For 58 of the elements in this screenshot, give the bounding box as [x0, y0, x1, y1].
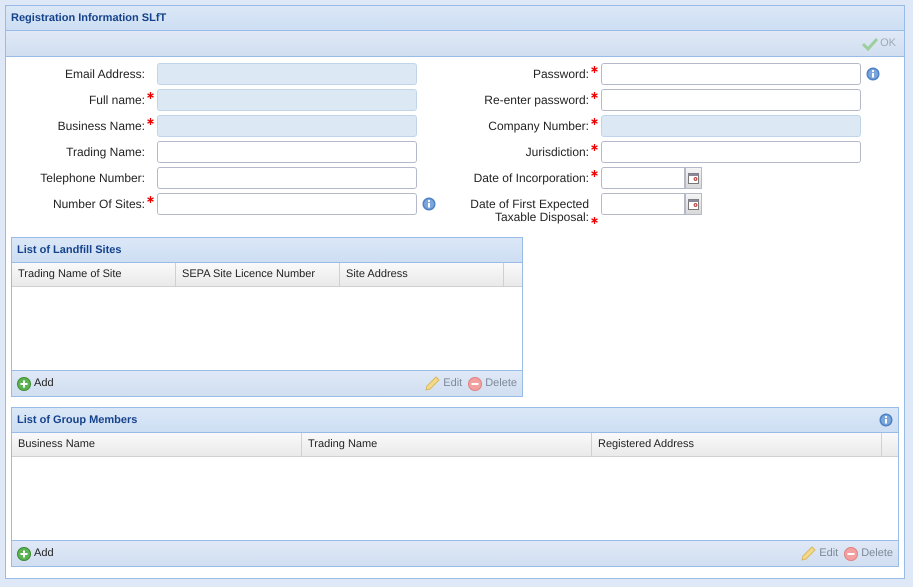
input-field[interactable] — [601, 63, 861, 85]
input-field[interactable] — [157, 115, 417, 137]
column-header[interactable]: SEPA Site Licence Number — [176, 263, 340, 286]
info-icon[interactable] — [879, 413, 893, 427]
field-label: Date of First Expected Taxable Disposal: — [469, 196, 589, 224]
info-icon[interactable] — [422, 197, 436, 211]
input-field[interactable] — [601, 141, 861, 163]
column-header[interactable]: Business Name — [12, 433, 302, 456]
required-asterisk-icon — [147, 196, 154, 203]
field-label: Date of Incorporation: — [474, 170, 589, 185]
calendar-icon — [688, 198, 699, 210]
required-asterisk-icon — [591, 118, 598, 125]
input-field[interactable] — [157, 167, 417, 189]
minus-circle-icon — [844, 546, 858, 560]
field-label: Company Number: — [488, 118, 589, 133]
check-icon — [862, 36, 878, 50]
field-label: Jurisdiction: — [526, 144, 589, 159]
required-asterisk-icon — [591, 170, 598, 177]
calendar-button[interactable] — [685, 193, 702, 215]
grid-title: List of Landfill Sites — [17, 242, 122, 258]
add-icon — [17, 546, 31, 560]
field-label: Business Name: — [58, 118, 145, 133]
input-field[interactable] — [601, 115, 861, 137]
input-field[interactable] — [157, 63, 417, 85]
input-field[interactable] — [601, 89, 861, 111]
add-button[interactable]: Add — [17, 375, 54, 392]
required-asterisk-icon — [591, 144, 598, 151]
required-asterisk-icon — [591, 217, 598, 224]
required-asterisk-icon — [591, 92, 598, 99]
column-header[interactable]: Registered Address — [592, 433, 882, 456]
field-label: Password: — [532, 66, 589, 81]
field-label: Telephone Number: — [40, 170, 145, 185]
info-icon[interactable] — [866, 67, 880, 81]
window-title: Registration Information SLfT — [11, 10, 166, 26]
date-field[interactable] — [601, 193, 685, 215]
calendar-button[interactable] — [685, 167, 702, 189]
required-asterisk-icon — [591, 66, 598, 73]
field-label: Trading Name: — [66, 144, 145, 159]
field-label: Number Of Sites: — [52, 196, 145, 211]
column-header[interactable]: Trading Name of Site — [12, 263, 176, 286]
input-field[interactable] — [157, 89, 417, 111]
add-button[interactable]: Add — [17, 545, 54, 562]
required-asterisk-icon — [147, 92, 154, 99]
calendar-icon — [688, 172, 699, 184]
add-icon — [17, 376, 31, 390]
column-header[interactable]: Trading Name — [302, 433, 592, 456]
grid-title: List of Group Members — [17, 412, 138, 428]
date-field[interactable] — [601, 167, 685, 189]
field-label: Email Address: — [64, 66, 145, 81]
input-field[interactable] — [157, 141, 417, 163]
input-field[interactable] — [157, 193, 417, 215]
field-label: Re-enter password: — [484, 92, 589, 107]
column-header[interactable]: Site Address — [340, 263, 504, 286]
field-label: Full name: — [88, 92, 145, 107]
minus-circle-icon — [468, 376, 482, 390]
required-asterisk-icon — [147, 118, 154, 125]
pencil-icon — [424, 376, 440, 392]
pencil-icon — [800, 546, 816, 562]
